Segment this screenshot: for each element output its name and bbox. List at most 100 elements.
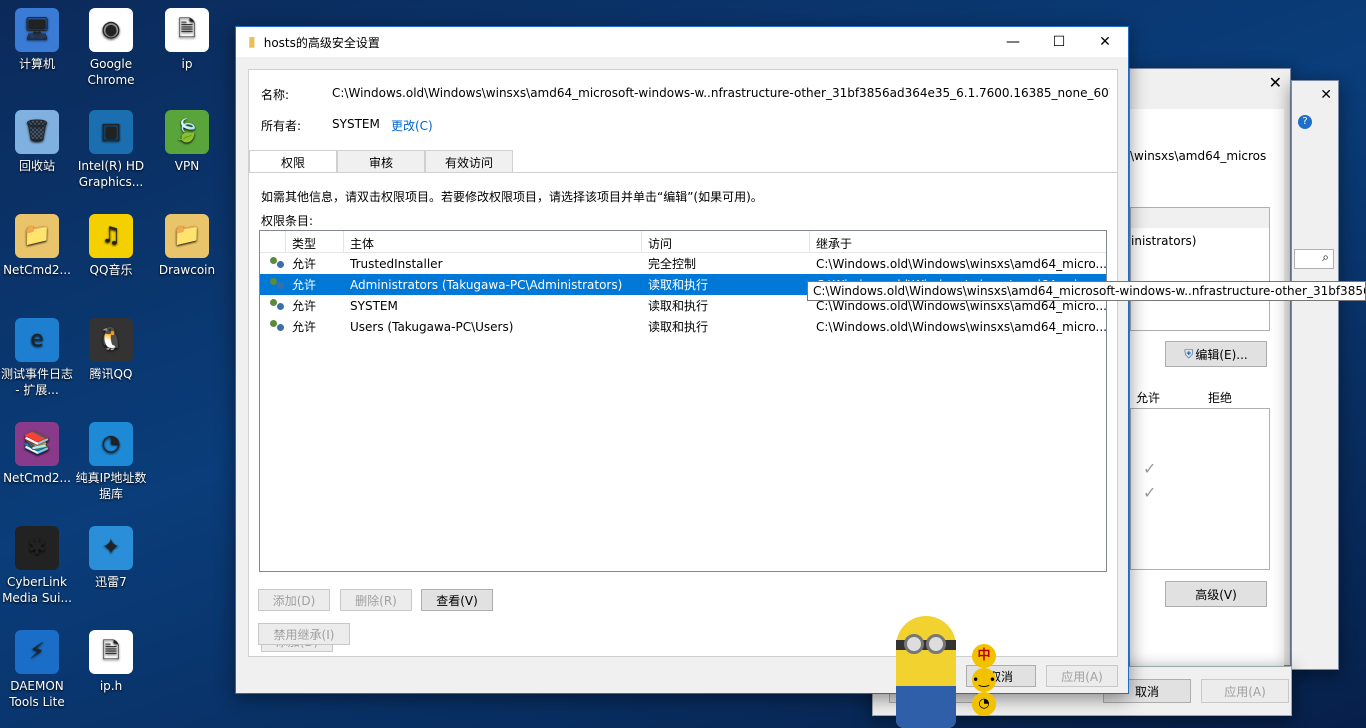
desktop-icon[interactable]: 📁 NetCmd2... <box>0 214 74 278</box>
desktop-icon-label: 迅雷7 <box>95 575 127 589</box>
name-label: 名称: <box>261 88 290 102</box>
column-header-type[interactable]: 类型 <box>286 231 344 252</box>
desktop-icon[interactable]: ✦ 迅雷7 <box>74 526 148 590</box>
tab-permissions[interactable]: 权限 <box>249 150 337 173</box>
apply-button[interactable]: 应用(A) <box>1046 665 1118 687</box>
dialog-title: hosts的高级安全设置 <box>263 35 380 50</box>
column-header-principal[interactable]: 主体 <box>344 231 642 252</box>
title-bar[interactable]: ▮ hosts的高级安全设置 — ☐ ✕ <box>236 27 1128 57</box>
desktop-icon[interactable]: 📁 Drawcoin <box>150 214 224 278</box>
app-icon: ▣ <box>89 110 133 154</box>
change-owner-link[interactable]: 更改(C) <box>391 117 433 134</box>
add-button[interactable]: 添加(D) <box>258 589 330 611</box>
close-icon[interactable]: ✕ <box>1269 73 1282 92</box>
table-row[interactable]: 允许 Users (Takugawa-PC\Users) 读取和执行 C:\Windo… <box>260 316 1106 337</box>
owner-label: 所有者: <box>261 119 302 133</box>
cell-principal: SYSTEM <box>350 298 398 313</box>
folder-icon: ▮ <box>248 34 256 50</box>
ime-settings-icon[interactable]: ◔ <box>972 692 996 716</box>
desktop-icon-label: ip <box>181 57 193 71</box>
mascot-widget[interactable] <box>890 616 962 728</box>
content-panel: 名称: C:\Windows.old\Windows\winsxs\amd64_… <box>248 69 1118 657</box>
group-fragment: inistrators) <box>1131 234 1197 248</box>
app-icon: 📁 <box>165 214 209 258</box>
app-icon: 🗎 <box>165 8 209 52</box>
info-text: 如需其他信息，请双击权限项目。若要修改权限项目，请选择该项目并单击“编辑”(如果… <box>261 190 763 204</box>
ime-emoji-icon[interactable]: •‿• <box>972 668 996 692</box>
desktop-icon[interactable]: e 测试事件日志 - 扩展... <box>0 318 74 398</box>
search-icon[interactable]: ⌕ <box>1294 249 1334 269</box>
desktop-icon[interactable]: 🗎 ip <box>150 8 224 72</box>
properties-dialog-back: ✕ \winsxs\amd64_micros inistrators) ⛨ 编辑(… <box>1129 68 1291 669</box>
desktop-icon[interactable]: 🗎 ip.h <box>74 630 148 694</box>
column-header-access[interactable]: 访问 <box>642 231 810 252</box>
desktop-icon-label: NetCmd2... <box>3 471 71 485</box>
edit-button[interactable]: ⛨ 编辑(E)... <box>1165 341 1267 367</box>
owner-value: SYSTEM <box>332 117 380 131</box>
cell-access: 读取和执行 <box>648 320 709 334</box>
shield-icon: ⛨ <box>1184 346 1194 361</box>
close-icon[interactable]: ✕ <box>1320 87 1332 103</box>
app-icon: 🗑 <box>15 110 59 154</box>
cell-principal: Administrators (Takugawa-PC\Administrato… <box>350 277 623 292</box>
inherited-from-tooltip: C:\Windows.old\Windows\winsxs\amd64_micr… <box>807 281 1366 301</box>
desktop-icon[interactable]: 🐧 腾讯QQ <box>74 318 148 382</box>
desktop-icon[interactable]: ▣ Intel(R) HD Graphics... <box>74 110 148 190</box>
cell-inherit: C:\Windows.old\Windows\winsxs\amd64_micr… <box>816 256 1106 271</box>
advanced-security-dialog: ▮ hosts的高级安全设置 — ☐ ✕ 名称: C:\Windows.old\… <box>235 26 1129 694</box>
desktop-icon[interactable]: ✱ CyberLink Media Sui... <box>0 526 74 606</box>
user-group-icon <box>270 298 286 313</box>
desktop-icon[interactable]: 🗑 回收站 <box>0 110 74 174</box>
entries-label: 权限条目: <box>261 214 314 228</box>
close-button[interactable]: ✕ <box>1082 27 1128 57</box>
app-icon: 📁 <box>15 214 59 258</box>
desktop-icon[interactable]: ♫ QQ音乐 <box>74 214 148 278</box>
user-group-icon <box>270 319 286 334</box>
cell-inherit: C:\Windows.old\Windows\winsxs\amd64_micr… <box>816 319 1106 334</box>
path-fragment: \winsxs\amd64_micros <box>1130 149 1267 163</box>
user-group-icon <box>270 256 286 271</box>
name-value: C:\Windows.old\Windows\winsxs\amd64_micr… <box>332 86 1110 100</box>
app-icon: 🗎 <box>89 630 133 674</box>
help-icon[interactable]: ? <box>1298 115 1312 129</box>
app-icon: ◔ <box>89 422 133 466</box>
app-icon: ◉ <box>89 8 133 52</box>
desktop-icon[interactable]: 🖥 计算机 <box>0 8 74 72</box>
app-icon: 📚 <box>15 422 59 466</box>
advanced-button[interactable]: 高级(V) <box>1165 581 1267 607</box>
desktop-icon[interactable]: 📚 NetCmd2... <box>0 422 74 486</box>
cell-principal: TrustedInstaller <box>350 256 443 271</box>
disable-inheritance-button[interactable]: 禁用继承(I) <box>258 623 350 645</box>
desktop-icon-label: CyberLink Media Sui... <box>2 575 72 605</box>
check-icon: ✓ <box>1143 459 1157 478</box>
desktop-icon-label: 腾讯QQ <box>89 367 133 381</box>
apply-button[interactable]: 应用(A) <box>1201 679 1289 703</box>
desktop-icon-label: NetCmd2... <box>3 263 71 277</box>
tab-effective-access[interactable]: 有效访问 <box>425 150 513 172</box>
desktop-icon[interactable]: ◉ Google Chrome <box>74 8 148 88</box>
column-header-inherited-from[interactable]: 继承于 <box>810 231 1106 252</box>
desktop-icon[interactable]: ⚡ DAEMON Tools Lite <box>0 630 74 710</box>
cell-type: 允许 <box>292 320 317 334</box>
app-icon: 🐧 <box>89 318 133 362</box>
table-row[interactable]: 允许 TrustedInstaller 完全控制 C:\Windows.old\Win… <box>260 253 1106 274</box>
desktop-icon-label: 测试事件日志 - 扩展... <box>0 367 73 397</box>
desktop-icon-label: Intel(R) HD Graphics... <box>77 159 145 189</box>
desktop-icon-label: Google Chrome <box>87 57 135 87</box>
app-icon: 🍃 <box>165 110 209 154</box>
desktop-icon[interactable]: 🍃 VPN <box>150 110 224 174</box>
maximize-button[interactable]: ☐ <box>1036 27 1082 57</box>
cell-principal: Users (Takugawa-PC\Users) <box>350 319 514 334</box>
desktop-icon[interactable]: ◔ 纯真IP地址数据库 <box>74 422 148 502</box>
user-group-icon <box>270 277 286 292</box>
remove-button[interactable]: 删除(R) <box>340 589 412 611</box>
minimize-button[interactable]: — <box>990 27 1036 57</box>
properties-dialog-far: ✕ ? ⌕ <box>1291 80 1339 670</box>
ime-mode-icon[interactable]: 中 <box>972 644 996 668</box>
view-button[interactable]: 查看(V) <box>421 589 493 611</box>
desktop-icon-label: 回收站 <box>18 159 55 173</box>
app-icon: ✱ <box>15 526 59 570</box>
desktop-icon-label: ip.h <box>99 679 123 693</box>
tab-auditing[interactable]: 审核 <box>337 150 425 172</box>
app-icon: e <box>15 318 59 362</box>
